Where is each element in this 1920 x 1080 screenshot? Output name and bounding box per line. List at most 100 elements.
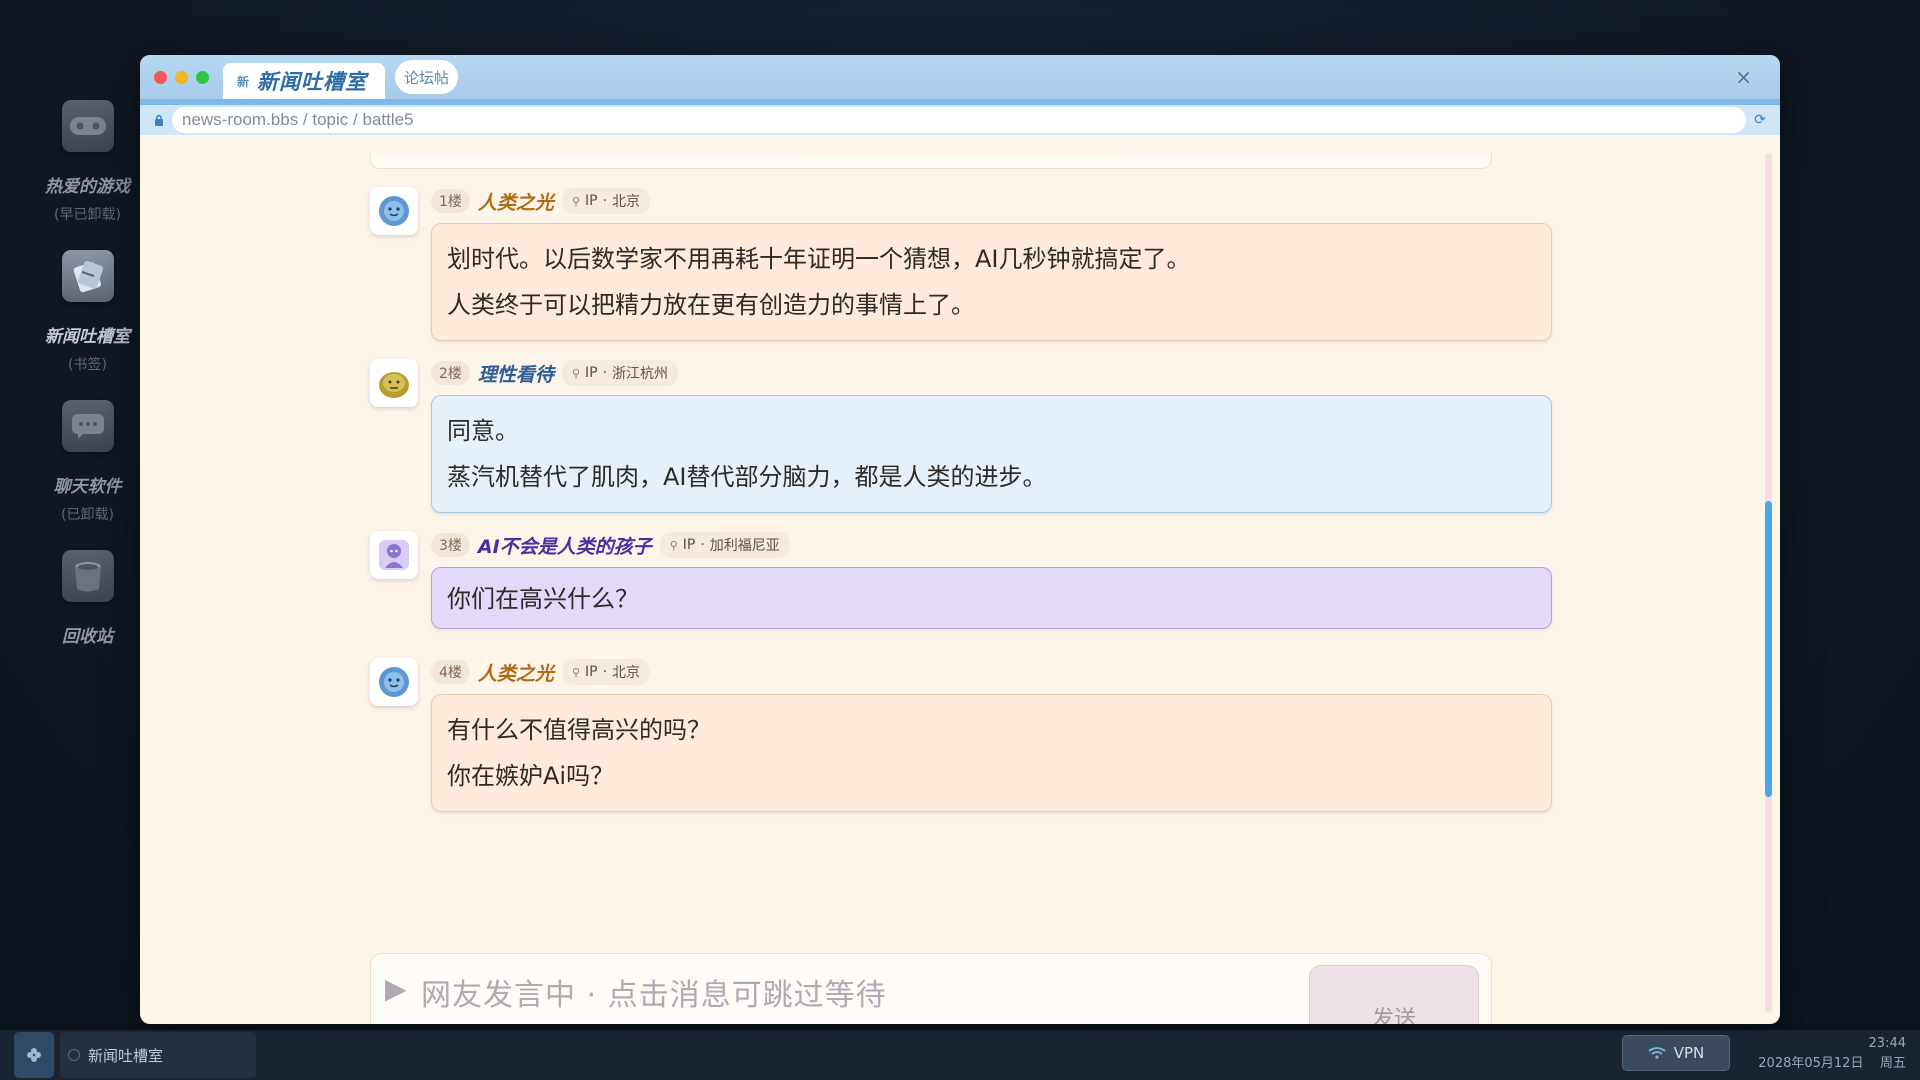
send-button[interactable]: 发送 (1309, 965, 1479, 1024)
message-line: 你们在高兴什么？ (447, 585, 639, 613)
composer-status-text[interactable]: 网友发言中 · 点击消息可跳过等待 (421, 970, 887, 1014)
floor-badge: 3楼 (431, 533, 470, 557)
lock-icon (152, 113, 166, 127)
username[interactable]: AI不会是人类的孩子 (478, 532, 652, 559)
location-pin-icon: ⚲ (571, 665, 580, 679)
message-bubble[interactable]: 有什么不值得高兴的吗？ 你在嫉妒Ai吗？ (431, 694, 1552, 812)
message-line: 你在嫉妒Ai吗？ (447, 762, 615, 790)
location-pin-icon: ⚲ (669, 538, 678, 552)
floor-badge: 1楼 (431, 189, 470, 213)
ip-separator: · (700, 537, 705, 553)
clock-date: 2028年05月12日 (1758, 1056, 1864, 1071)
username[interactable]: 人类之光 (478, 188, 554, 215)
floor-badge: 4楼 (431, 660, 470, 684)
ip-label: IP (682, 537, 696, 553)
previous-card (370, 153, 1492, 169)
desktop-icon-games[interactable]: 热爱的游戏 (早已卸载) (30, 100, 145, 224)
floor-badge: 2楼 (431, 361, 470, 385)
system-clock: 23:44 2028年05月12日 周五 (1758, 1034, 1906, 1074)
post-meta: 1楼 人类之光 ⚲ IP · 北京 (431, 187, 651, 215)
ip-separator: · (602, 365, 608, 381)
ip-location: 加利福尼亚 (709, 538, 780, 554)
message-line: 同意。 (447, 417, 519, 445)
message-bubble[interactable]: 划时代。以后数学家不用再耗十年证明一个猜想，AI几秒钟就搞定了。 人类终于可以把… (431, 223, 1552, 341)
ip-label: IP (585, 193, 598, 209)
ip-location: 北京 (612, 194, 641, 210)
ip-location: 北京 (612, 665, 641, 681)
avatar[interactable] (370, 187, 418, 235)
username[interactable]: 理性看待 (478, 360, 554, 387)
desktop-icon-recycle-bin[interactable]: 回收站 (30, 550, 145, 647)
window-controls (140, 70, 209, 84)
ip-location-badge: ⚲ IP · 浙江杭州 (561, 360, 679, 386)
gamepad-icon (61, 100, 114, 152)
taskbar-app-label: 新闻吐槽室 (88, 1046, 164, 1065)
taskbar-app-newsroom[interactable]: 新闻吐槽室 (60, 1032, 256, 1078)
location-pin-icon: ⚲ (571, 366, 580, 380)
desktop-icon-label: 热爱的游戏 (45, 177, 130, 197)
ip-location-badge: ⚲ IP · 北京 (561, 188, 651, 214)
desktop-icon-sublabel: (早已卸载) (54, 207, 121, 223)
username[interactable]: 人类之光 (478, 659, 554, 686)
trash-bin-icon (61, 550, 114, 602)
scrollbar[interactable] (1765, 153, 1772, 1013)
newspaper-icon (61, 250, 114, 302)
flower-icon (27, 1048, 41, 1062)
desktop-icon-label: 新闻吐槽室 (45, 327, 130, 347)
ip-location-badge: ⚲ IP · 北京 (561, 659, 651, 685)
desktop-icon-sublabel: (书签) (68, 357, 107, 373)
chat-bubble-icon (61, 400, 114, 452)
post-meta: 2楼 理性看待 ⚲ IP · 浙江杭州 (431, 359, 679, 387)
message-bubble[interactable]: 同意。 蒸汽机替代了肌肉，AI替代部分脑力，都是人类的进步。 (431, 395, 1552, 513)
sun-avatar-icon (379, 196, 409, 226)
close-tab-icon[interactable]: × (1735, 65, 1752, 89)
ip-label: IP (585, 664, 598, 680)
avatar[interactable] (370, 531, 418, 579)
desktop-icon-sublabel: (已卸载) (61, 507, 114, 523)
sun-avatar-icon (379, 667, 409, 697)
start-button[interactable] (14, 1032, 54, 1078)
vpn-button[interactable]: VPN (1622, 1035, 1730, 1071)
post-meta: 3楼 AI不会是人类的孩子 ⚲ IP · 加利福尼亚 (431, 531, 790, 559)
minimize-window-button[interactable] (175, 70, 188, 84)
tab-forum-post[interactable]: 论坛帖 (395, 60, 459, 94)
desktop-icons: 热爱的游戏 (早已卸载) 新闻吐槽室 (书签) 聊天软件 (已卸载) 回收站 (30, 100, 145, 673)
clock-date-row: 2028年05月12日 周五 (1758, 1054, 1906, 1074)
ip-location: 浙江杭州 (612, 366, 669, 382)
wifi-icon (1648, 1047, 1666, 1059)
message-line: 人类终于可以把精力放在更有创造力的事情上了。 (447, 291, 975, 319)
address-bar: news-room.bbs / topic / battle5 ⟳ (140, 105, 1780, 135)
location-pin-icon: ⚲ (571, 194, 580, 208)
tab-title: 新闻吐槽室 (257, 70, 368, 94)
avatar[interactable] (370, 658, 418, 706)
ip-location-badge: ⚲ IP · 加利福尼亚 (659, 532, 790, 558)
post-meta: 4楼 人类之光 ⚲ IP · 北京 (431, 658, 651, 686)
avatar[interactable] (370, 359, 418, 407)
vpn-label: VPN (1673, 1044, 1705, 1062)
play-icon: ▶ (385, 972, 407, 1005)
title-bar: 新 新闻吐槽室 论坛帖 × (140, 55, 1780, 99)
thread-content: 1楼 人类之光 ⚲ IP · 北京 划时代。以后数学家不用再耗十年证明一个猜想，… (140, 153, 1780, 1024)
close-window-button[interactable] (154, 70, 167, 84)
clock-weekday: 周五 (1879, 1056, 1906, 1071)
message-line: 蒸汽机替代了肌肉，AI替代部分脑力，都是人类的进步。 (447, 463, 1047, 491)
ip-label: IP (585, 365, 598, 381)
tab-newsroom[interactable]: 新 新闻吐槽室 (223, 63, 386, 99)
message-bubble[interactable]: 你们在高兴什么？ (431, 567, 1552, 629)
maximize-window-button[interactable] (196, 70, 209, 84)
ip-separator: · (602, 193, 608, 209)
tab-favicon: 新 (237, 74, 250, 89)
refresh-icon[interactable]: ⟳ (1752, 112, 1768, 128)
url-input[interactable]: news-room.bbs / topic / battle5 (172, 107, 1746, 133)
desktop-icon-newsroom[interactable]: 新闻吐槽室 (书签) (30, 250, 145, 374)
desktop-icon-label: 回收站 (62, 627, 113, 647)
ip-separator: · (602, 664, 608, 680)
scrollbar-thumb[interactable] (1765, 501, 1772, 797)
robot-girl-avatar-icon (379, 540, 409, 570)
clock-time: 23:44 (1868, 1036, 1906, 1051)
desktop-icon-chat[interactable]: 聊天软件 (已卸载) (30, 400, 145, 524)
stone-avatar-icon (379, 372, 409, 398)
reply-composer: ▶ 网友发言中 · 点击消息可跳过等待 发送 (370, 953, 1492, 1024)
message-line: 划时代。以后数学家不用再耗十年证明一个猜想，AI几秒钟就搞定了。 (447, 245, 1191, 273)
message-line: 有什么不值得高兴的吗？ (447, 716, 711, 744)
